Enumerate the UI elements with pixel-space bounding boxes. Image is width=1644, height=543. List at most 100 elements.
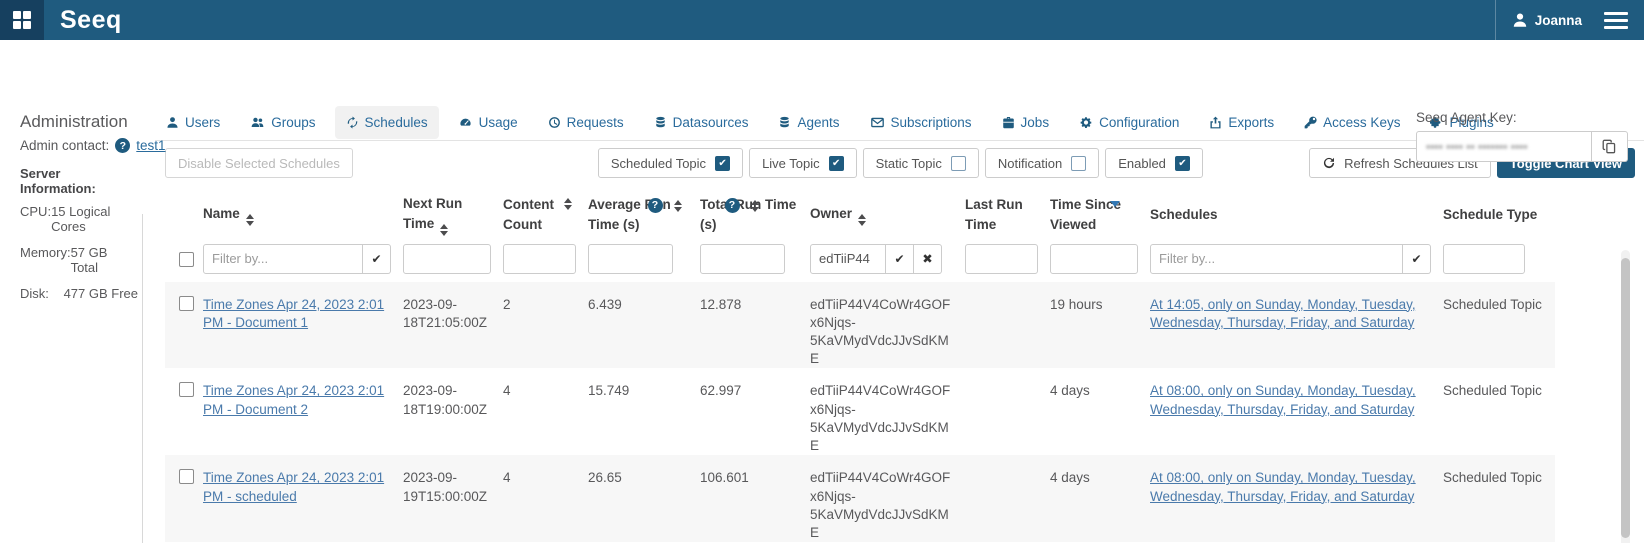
select-all-checkbox[interactable] bbox=[179, 252, 194, 267]
vertical-scrollbar[interactable] bbox=[1621, 250, 1630, 543]
static-topic-checkbox[interactable] bbox=[951, 156, 966, 171]
app-grid-button[interactable] bbox=[0, 0, 44, 40]
next-run-time-filter-input[interactable] bbox=[403, 244, 491, 274]
apply-filter-button[interactable]: ✔ bbox=[1403, 244, 1431, 274]
sort-icon[interactable] bbox=[674, 200, 682, 212]
apply-filter-button[interactable]: ✔ bbox=[886, 244, 914, 274]
tab-schedules[interactable]: Schedules bbox=[335, 106, 439, 139]
cpu-value: 15 Logical Cores bbox=[51, 204, 138, 234]
tab-requests[interactable]: Requests bbox=[537, 106, 635, 139]
notification-checkbox[interactable] bbox=[1071, 156, 1086, 171]
disk-label: Disk: bbox=[20, 286, 49, 301]
help-icon[interactable]: ? bbox=[725, 198, 740, 213]
cell-last-run-time bbox=[965, 368, 1050, 455]
cell-average-run-time: 6.439 bbox=[588, 282, 700, 369]
agent-key-label: Seeq Agent Key: bbox=[1416, 110, 1628, 125]
cell-owner: edTiiP44V4CoWr4GOFx6Njqs-5KaVMydVdcJJvSd… bbox=[810, 282, 965, 369]
header-content-count[interactable]: Content Count bbox=[503, 184, 588, 240]
row-checkbox[interactable] bbox=[179, 296, 194, 311]
sort-icon[interactable] bbox=[751, 200, 759, 212]
content-count-filter-input[interactable] bbox=[503, 244, 576, 274]
admin-contact-link[interactable]: test1 bbox=[136, 138, 165, 153]
cell-time-since-viewed: 4 days bbox=[1050, 455, 1150, 542]
live-topic-checkbox[interactable] bbox=[829, 156, 844, 171]
row-select-cell bbox=[165, 455, 203, 542]
tab-subscriptions[interactable]: Subscriptions bbox=[859, 106, 983, 139]
page-title: Administration bbox=[20, 112, 128, 132]
tab-groups[interactable]: Groups bbox=[239, 106, 326, 139]
schedule-link[interactable]: At 14:05, only on Sunday, Monday, Tuesda… bbox=[1150, 297, 1416, 330]
total-run-time-filter-input[interactable] bbox=[700, 244, 785, 274]
sort-icon[interactable] bbox=[246, 214, 254, 226]
tab-datasources[interactable]: Datasources bbox=[643, 106, 760, 139]
last-run-time-filter-input[interactable] bbox=[965, 244, 1038, 274]
help-icon[interactable]: ? bbox=[648, 198, 663, 213]
menu-button[interactable] bbox=[1604, 12, 1628, 29]
topic-link[interactable]: Time Zones Apr 24, 2023 2:01 PM - Docume… bbox=[203, 383, 384, 416]
filter-scheduled-topic[interactable]: Scheduled Topic bbox=[598, 148, 743, 178]
header-next-run-time[interactable]: Next Run Time bbox=[403, 184, 503, 240]
sort-icon[interactable] bbox=[440, 224, 448, 236]
tab-jobs[interactable]: Jobs bbox=[991, 106, 1061, 139]
scrollbar-thumb[interactable] bbox=[1621, 258, 1630, 538]
tab-exports[interactable]: Exports bbox=[1198, 106, 1285, 139]
cell-content-count: 4 bbox=[503, 455, 588, 542]
cell-content-count: 4 bbox=[503, 368, 588, 455]
gauge-icon bbox=[458, 116, 473, 129]
average-run-time-filter-input[interactable] bbox=[588, 244, 673, 274]
apply-filter-button[interactable]: ✔ bbox=[363, 244, 391, 274]
header-time-since-viewed[interactable]: Time Since Viewed bbox=[1050, 184, 1150, 240]
schedule-link[interactable]: At 08:00, only on Sunday, Monday, Tuesda… bbox=[1150, 383, 1416, 416]
sort-icon[interactable] bbox=[564, 198, 572, 210]
schedule-link[interactable]: At 08:00, only on Sunday, Monday, Tuesda… bbox=[1150, 470, 1416, 503]
server-info-heading: Server Information: bbox=[20, 166, 138, 196]
header-total-run-time[interactable]: Total Run Time (s)? bbox=[700, 184, 810, 240]
header-name[interactable]: Name bbox=[203, 184, 403, 240]
schedules-filter-input[interactable] bbox=[1150, 244, 1403, 274]
schedule-type-filter-input[interactable] bbox=[1443, 244, 1525, 274]
table-row: Time Zones Apr 24, 2023 2:01 PM - Docume… bbox=[165, 368, 1555, 455]
agent-key-field[interactable]: •••• •••• •• ••••••• •••• bbox=[1416, 131, 1592, 162]
admin-contact-label: Admin contact: bbox=[20, 138, 109, 153]
row-checkbox[interactable] bbox=[179, 469, 194, 484]
tab-configuration[interactable]: Configuration bbox=[1068, 106, 1190, 139]
owner-filter-input[interactable] bbox=[810, 244, 886, 274]
filter-static-topic[interactable]: Static Topic bbox=[863, 148, 979, 178]
header-average-run-time[interactable]: Average Run Time (s)? bbox=[588, 184, 700, 240]
clear-filter-button[interactable]: ✖ bbox=[914, 244, 942, 274]
cell-total-run-time: 106.601 bbox=[700, 455, 810, 542]
sort-desc-icon[interactable] bbox=[1110, 201, 1120, 207]
tab-access-keys[interactable]: Access Keys bbox=[1293, 106, 1411, 139]
cell-time-since-viewed: 19 hours bbox=[1050, 282, 1150, 369]
topic-link[interactable]: Time Zones Apr 24, 2023 2:01 PM - schedu… bbox=[203, 470, 384, 503]
seeq-logo[interactable]: Seeq bbox=[60, 6, 122, 35]
copy-agent-key-button[interactable] bbox=[1592, 131, 1628, 162]
cell-name: Time Zones Apr 24, 2023 2:01 PM - Docume… bbox=[203, 282, 403, 369]
tab-usage[interactable]: Usage bbox=[447, 106, 529, 139]
tab-agents[interactable]: Agents bbox=[767, 106, 850, 139]
disable-selected-schedules-button[interactable]: Disable Selected Schedules bbox=[165, 148, 353, 178]
filter-enabled[interactable]: Enabled bbox=[1105, 148, 1203, 178]
key-icon bbox=[1304, 116, 1317, 129]
tab-users[interactable]: Users bbox=[155, 106, 231, 139]
filter-live-topic[interactable]: Live Topic bbox=[749, 148, 857, 178]
sort-icon[interactable] bbox=[858, 214, 866, 226]
enabled-checkbox[interactable] bbox=[1175, 156, 1190, 171]
scheduled-topic-checkbox[interactable] bbox=[715, 156, 730, 171]
filter-notification[interactable]: Notification bbox=[985, 148, 1099, 178]
gear-icon bbox=[1079, 116, 1093, 129]
users-icon bbox=[250, 116, 265, 129]
help-icon[interactable]: ? bbox=[115, 138, 130, 153]
header-owner[interactable]: Owner bbox=[810, 184, 965, 240]
cell-last-run-time bbox=[965, 455, 1050, 542]
row-checkbox[interactable] bbox=[179, 382, 194, 397]
cell-schedules: At 14:05, only on Sunday, Monday, Tuesda… bbox=[1150, 282, 1443, 369]
cell-next-run-time: 2023-09-18T19:00:00Z bbox=[403, 368, 503, 455]
user-menu[interactable]: Joanna bbox=[1495, 0, 1604, 40]
user-name: Joanna bbox=[1535, 13, 1582, 28]
name-filter-input[interactable] bbox=[203, 244, 363, 274]
cell-name: Time Zones Apr 24, 2023 2:01 PM - schedu… bbox=[203, 455, 403, 542]
time-since-viewed-filter-input[interactable] bbox=[1050, 244, 1138, 274]
topic-link[interactable]: Time Zones Apr 24, 2023 2:01 PM - Docume… bbox=[203, 297, 384, 330]
cell-owner: edTiiP44V4CoWr4GOFx6Njqs-5KaVMydVdcJJvSd… bbox=[810, 368, 965, 455]
